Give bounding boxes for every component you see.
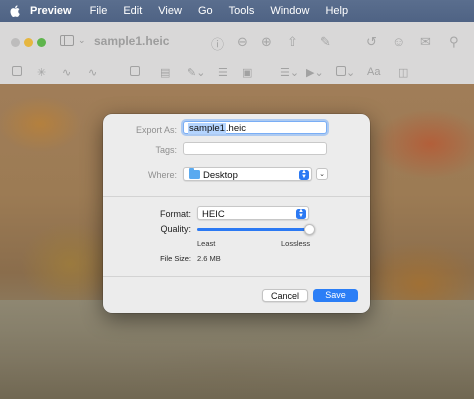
markup-pen-icon[interactable]: ✎: [320, 34, 331, 50]
instant-alpha-icon[interactable]: ✳: [37, 66, 46, 79]
line-style-icon[interactable]: ☰⌄: [280, 66, 299, 79]
menu-bar: Preview File Edit View Go Tools Window H…: [0, 0, 474, 22]
account-icon[interactable]: ☺: [392, 34, 405, 49]
format-value: HEIC: [202, 208, 225, 220]
folder-icon: [189, 168, 200, 179]
file-size-label: File Size:: [160, 254, 191, 263]
menu-view[interactable]: View: [158, 5, 182, 17]
quality-min-label: Least: [197, 239, 216, 248]
fill-color-icon[interactable]: ⌄: [336, 66, 355, 79]
zoom-window-button[interactable]: [37, 38, 46, 47]
filename-field[interactable]: sample1.heic: [183, 121, 327, 134]
search-icon[interactable]: ⚲: [449, 34, 459, 50]
preview-window-chrome: ⌄ sample1.heic ⓘ ⊖ ⊕ ⇧ ✎ ↺ ☺ ✉ ⚲ ✳ ∿ ∿ ▤…: [0, 22, 474, 84]
text-box-icon[interactable]: ▤: [160, 66, 170, 79]
quality-label: Quality:: [160, 224, 191, 234]
apple-menu-icon[interactable]: [9, 5, 21, 17]
document-title: sample1.heic: [94, 34, 170, 48]
info-icon[interactable]: ⓘ: [211, 34, 224, 53]
minimize-window-button[interactable]: [24, 38, 33, 47]
document-image-water: [0, 300, 474, 399]
quality-slider-fill: [197, 228, 309, 231]
menu-window[interactable]: Window: [270, 5, 309, 17]
text-style-icon[interactable]: Aa: [367, 66, 380, 78]
signature-icon[interactable]: ✎⌄: [187, 66, 205, 79]
menu-go[interactable]: Go: [198, 5, 213, 17]
tags-field[interactable]: [183, 142, 327, 155]
shapes-icon[interactable]: [130, 66, 140, 79]
share-icon[interactable]: ⇧: [287, 34, 298, 50]
close-window-button[interactable]: [11, 38, 20, 47]
where-value: Desktop: [203, 169, 238, 181]
format-popup[interactable]: HEIC ▲ ▼: [197, 206, 309, 220]
draw-icon[interactable]: ∿: [88, 66, 97, 79]
sidebar-icon[interactable]: [60, 35, 74, 46]
adjust-color-icon[interactable]: ☰: [218, 66, 228, 79]
menu-app-name[interactable]: Preview: [30, 5, 72, 17]
section-divider: [103, 196, 370, 197]
popup-stepper-icon: ▲ ▼: [299, 169, 309, 180]
format-label: Format:: [159, 209, 191, 219]
where-label: Where:: [147, 170, 177, 180]
export-as-label: Export As:: [135, 125, 177, 135]
title-bar: ⌄ sample1.heic ⓘ ⊖ ⊕ ⇧ ✎ ↺ ☺ ✉ ⚲: [0, 22, 474, 62]
buttons-divider: [103, 276, 370, 277]
chevron-down-icon[interactable]: ⌄: [78, 35, 86, 46]
save-button[interactable]: Save: [313, 289, 358, 302]
menu-file[interactable]: File: [90, 5, 108, 17]
zoom-in-icon[interactable]: ⊕: [261, 34, 272, 50]
markup-toolbar: ✳ ∿ ∿ ▤ ✎⌄ ☰ ▣ ☰⌄ ▶⌄ ⌄ Aa ◫: [0, 62, 474, 84]
quality-slider-knob[interactable]: [303, 224, 315, 235]
mail-icon[interactable]: ✉: [420, 34, 431, 50]
zoom-out-icon[interactable]: ⊖: [237, 34, 248, 50]
quality-max-label: Lossless: [281, 239, 311, 248]
where-popup[interactable]: Desktop ▲ ▼: [183, 167, 312, 181]
annotate-icon[interactable]: ◫: [398, 66, 408, 79]
file-size-value: 2.6 MB: [197, 254, 221, 263]
border-color-icon[interactable]: ▶⌄: [306, 66, 324, 79]
rotate-icon[interactable]: ↺: [366, 34, 377, 50]
filename-selected-text: sample1: [188, 123, 226, 134]
filename-text: sample1.heic: [188, 123, 246, 134]
filename-extension: .heic: [225, 123, 246, 134]
popup-stepper-icon: ▲ ▼: [296, 208, 306, 219]
cancel-button[interactable]: Cancel: [262, 289, 308, 302]
export-dialog: Export As: sample1.heic Tags: Where: Des…: [103, 114, 370, 313]
selection-tool-icon[interactable]: [12, 66, 22, 79]
sketch-icon[interactable]: ∿: [62, 66, 71, 79]
tags-label: Tags:: [155, 145, 177, 155]
menu-tools[interactable]: Tools: [229, 5, 255, 17]
adjust-size-icon[interactable]: ▣: [242, 66, 252, 79]
expand-dialog-button[interactable]: ⌄: [316, 168, 328, 180]
menu-help[interactable]: Help: [325, 5, 348, 17]
menu-edit[interactable]: Edit: [123, 5, 142, 17]
quality-slider[interactable]: [197, 228, 309, 231]
